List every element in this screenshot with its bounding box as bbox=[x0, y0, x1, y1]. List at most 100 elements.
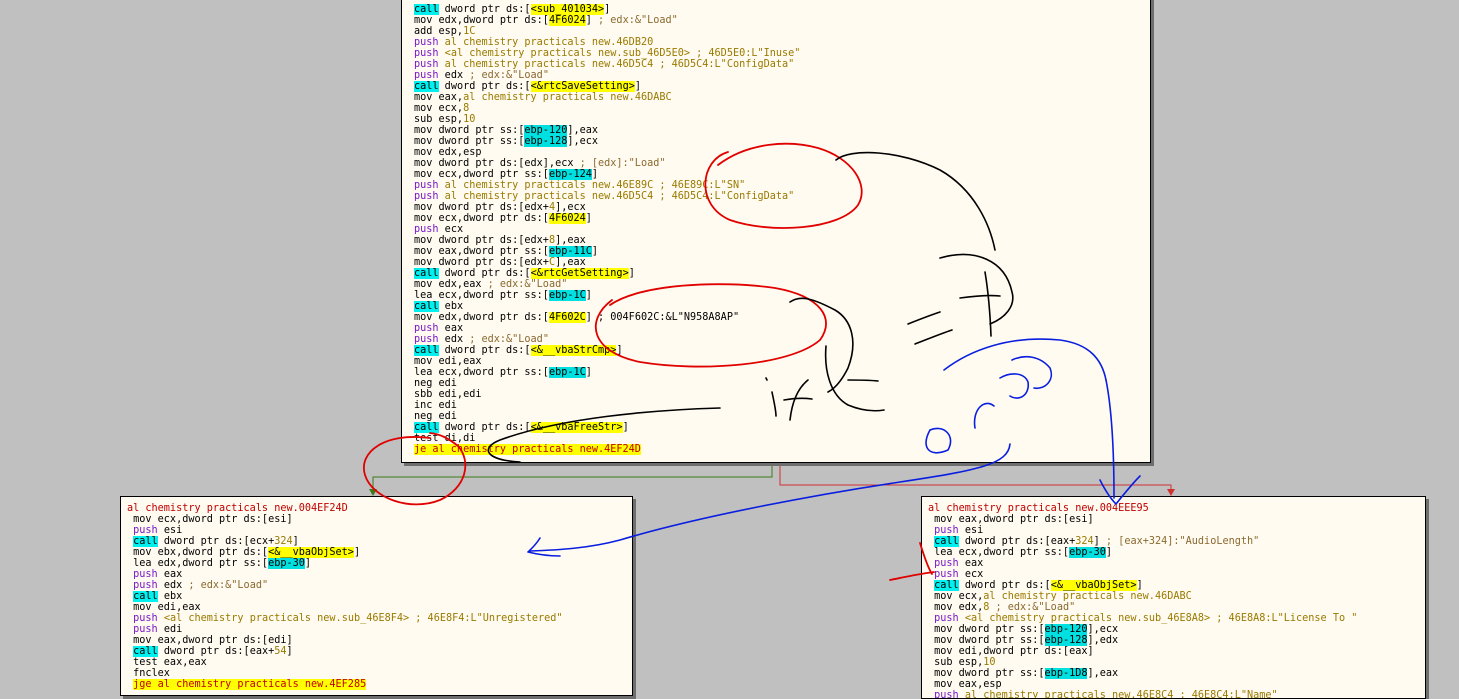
code-line[interactable]: push eax bbox=[928, 558, 1421, 569]
code-line[interactable]: call dword ptr ds:[<&__vbaObjSet>] bbox=[928, 580, 1421, 591]
code-token: mov ecx, bbox=[414, 103, 464, 114]
code-line[interactable]: push eax bbox=[127, 569, 628, 580]
code-line[interactable]: mov eax,dword ptr ss:[ebp-11C] bbox=[414, 246, 1146, 257]
code-line[interactable]: mov edi,dword ptr ds:[eax] bbox=[928, 646, 1421, 657]
code-line[interactable]: mov ecx,al chemistry practicals new.46DA… bbox=[928, 591, 1421, 602]
code-line[interactable]: inc edi bbox=[414, 400, 1146, 411]
code-line[interactable]: test di,di bbox=[414, 433, 1146, 444]
code-line[interactable]: neg edi bbox=[414, 378, 1146, 389]
code-line[interactable]: mov edx,eax ; edx:&"Load" bbox=[414, 279, 1146, 290]
code-line[interactable]: mov eax,al chemistry practicals new.46DA… bbox=[414, 92, 1146, 103]
code-line[interactable]: mov ecx,dword ptr ss:[ebp-124] bbox=[414, 169, 1146, 180]
code-token: mov eax,dword ptr ds:[esi] bbox=[928, 514, 1094, 525]
code-line[interactable]: test eax,eax bbox=[127, 657, 628, 668]
code-line[interactable]: push eax bbox=[414, 323, 1146, 334]
code-line[interactable]: je al chemistry practicals new.4EF24D bbox=[414, 444, 1146, 455]
code-line[interactable]: push edi bbox=[127, 624, 628, 635]
code-line[interactable]: al chemistry practicals new.004EF24D bbox=[127, 503, 628, 514]
code-line[interactable]: lea edx,dword ptr ss:[ebp-30] bbox=[127, 558, 628, 569]
code-lines-registered: al chemistry practicals new.004EEE95 mov… bbox=[928, 503, 1421, 698]
code-line[interactable]: mov dword ptr ds:[edx],ecx ; [edx]:"Load… bbox=[414, 158, 1146, 169]
code-line[interactable]: call dword ptr ds:[ecx+324] bbox=[127, 536, 628, 547]
code-line[interactable]: push al chemistry practicals new.46DB20 bbox=[414, 37, 1146, 48]
code-token: mov dword ptr ss:[ bbox=[414, 136, 525, 147]
code-line[interactable]: call dword ptr ds:[<&rtcSaveSetting>] bbox=[414, 81, 1146, 92]
code-line[interactable]: call ebx bbox=[414, 301, 1146, 312]
code-line[interactable]: mov dword ptr ss:[ebp-1D8],eax bbox=[928, 668, 1421, 679]
code-token: inc edi bbox=[414, 400, 457, 411]
code-token: ] bbox=[304, 558, 312, 569]
code-line[interactable]: call dword ptr ds:[<sub_401034>] bbox=[414, 4, 1146, 15]
code-token: ] bbox=[286, 646, 293, 657]
code-line[interactable]: mov ebx,dword ptr ds:[<&__vbaObjSet>] bbox=[127, 547, 628, 558]
code-line[interactable]: mov ecx,8 bbox=[414, 103, 1146, 114]
code-token: dword ptr ds:[ bbox=[958, 580, 1051, 591]
code-line[interactable]: mov edx,esp bbox=[414, 147, 1146, 158]
code-token: dword ptr ds:[ bbox=[438, 422, 531, 433]
code-line[interactable]: push esi bbox=[928, 525, 1421, 536]
code-line[interactable]: push edx ; edx:&"Load" bbox=[414, 70, 1146, 81]
code-line[interactable]: call dword ptr ds:[<&__vbaStrCmp>] bbox=[414, 345, 1146, 356]
code-line[interactable]: push ecx bbox=[928, 569, 1421, 580]
code-line[interactable]: mov dword ptr ss:[ebp-120],eax bbox=[414, 125, 1146, 136]
code-line[interactable]: sub esp,10 bbox=[414, 114, 1146, 125]
code-line[interactable]: al chemistry practicals new.004EEE95 bbox=[928, 503, 1421, 514]
code-line[interactable]: push <al chemistry practicals new.sub_46… bbox=[928, 613, 1421, 624]
code-line[interactable]: push al chemistry practicals new.46D5C4 … bbox=[414, 59, 1146, 70]
code-line[interactable]: push esi bbox=[127, 525, 628, 536]
code-line[interactable]: mov dword ptr ss:[ebp-128],ecx bbox=[414, 136, 1146, 147]
code-line[interactable]: mov dword ptr ss:[ebp-120],ecx bbox=[928, 624, 1421, 635]
code-line[interactable]: neg edi bbox=[414, 411, 1146, 422]
code-token: ecx bbox=[438, 224, 464, 235]
code-block-unregistered[interactable]: al chemistry practicals new.004EF24D mov… bbox=[120, 496, 633, 696]
code-line[interactable]: sbb edi,edi bbox=[414, 389, 1146, 400]
code-line[interactable]: fnclex bbox=[127, 668, 628, 679]
code-line[interactable]: lea ecx,dword ptr ss:[ebp-1C] bbox=[414, 290, 1146, 301]
code-line[interactable]: mov eax,esp bbox=[928, 679, 1421, 690]
code-line[interactable]: mov edx,dword ptr ds:[4F602C] ; 004F602C… bbox=[414, 312, 1146, 323]
code-line[interactable]: call ebx bbox=[127, 591, 628, 602]
code-line[interactable]: jge al chemistry practicals new.4EF285 bbox=[127, 679, 628, 690]
code-token: call bbox=[414, 301, 439, 312]
code-line[interactable]: mov dword ptr ds:[edx+C],eax bbox=[414, 257, 1146, 268]
code-line[interactable]: add esp,1C bbox=[414, 26, 1146, 37]
code-line[interactable]: mov edi,eax bbox=[414, 356, 1146, 367]
code-line[interactable]: mov dword ptr ds:[edx+4],ecx bbox=[414, 202, 1146, 213]
code-line[interactable]: call dword ptr ds:[eax+324] ; [eax+324]:… bbox=[928, 536, 1421, 547]
code-line[interactable]: mov ecx,dword ptr ds:[esi] bbox=[127, 514, 628, 525]
code-line[interactable]: mov eax,dword ptr ds:[edi] bbox=[127, 635, 628, 646]
code-line[interactable]: mov ecx,dword ptr ds:[4F6024] bbox=[414, 213, 1146, 224]
code-line[interactable]: push al chemistry practicals new.46E89C … bbox=[414, 180, 1146, 191]
code-line[interactable]: push <al chemistry practicals new.sub_46… bbox=[127, 613, 628, 624]
code-line[interactable]: push al chemistry practicals new.46D5C4 … bbox=[414, 191, 1146, 202]
code-line[interactable]: call dword ptr ds:[<&rtcGetSetting>] bbox=[414, 268, 1146, 279]
code-block-main[interactable]: call dword ptr ds:[<sub_401034>] mov edx,… bbox=[401, 0, 1151, 463]
code-line[interactable]: call dword ptr ds:[eax+54] bbox=[127, 646, 628, 657]
code-token: 54 bbox=[274, 646, 287, 657]
code-line[interactable]: lea ecx,dword ptr ss:[ebp-1C] bbox=[414, 367, 1146, 378]
code-token: push bbox=[414, 323, 439, 334]
code-line[interactable]: push edx ; edx:&"Load" bbox=[414, 334, 1146, 345]
code-block-registered[interactable]: al chemistry practicals new.004EEE95 mov… bbox=[921, 496, 1426, 699]
code-line[interactable]: mov edx,8 ; edx:&"Load" bbox=[928, 602, 1421, 613]
code-line[interactable]: push edx ; edx:&"Load" bbox=[127, 580, 628, 591]
code-token: ebp-128 bbox=[1044, 635, 1088, 646]
code-lines-main: call dword ptr ds:[<sub_401034>] mov edx,… bbox=[414, 4, 1146, 455]
code-line[interactable]: push al chemistry practicals new.46E8C4 … bbox=[928, 690, 1421, 698]
code-token: call bbox=[133, 536, 158, 547]
code-line[interactable]: mov eax,dword ptr ds:[esi] bbox=[928, 514, 1421, 525]
code-line[interactable]: mov dword ptr ds:[edx+8],eax bbox=[414, 235, 1146, 246]
code-token: call bbox=[414, 81, 439, 92]
code-token: 4F602C bbox=[548, 312, 586, 323]
code-token: call bbox=[414, 268, 439, 279]
code-line[interactable]: push <al chemistry practicals new.sub_46… bbox=[414, 48, 1146, 59]
code-line[interactable]: mov edx,dword ptr ds:[4F6024] ; edx:&"Lo… bbox=[414, 15, 1146, 26]
code-line[interactable]: mov edi,eax bbox=[127, 602, 628, 613]
code-line[interactable]: lea ecx,dword ptr ss:[ebp-30] bbox=[928, 547, 1421, 558]
code-line[interactable]: push ecx bbox=[414, 224, 1146, 235]
code-line[interactable]: call dword ptr ds:[<&__vbaFreeStr>] bbox=[414, 422, 1146, 433]
code-line[interactable]: mov dword ptr ss:[ebp-128],edx bbox=[928, 635, 1421, 646]
code-token: push bbox=[133, 580, 158, 591]
code-line[interactable]: sub esp,10 bbox=[928, 657, 1421, 668]
code-token: mov eax,esp bbox=[928, 679, 1002, 690]
